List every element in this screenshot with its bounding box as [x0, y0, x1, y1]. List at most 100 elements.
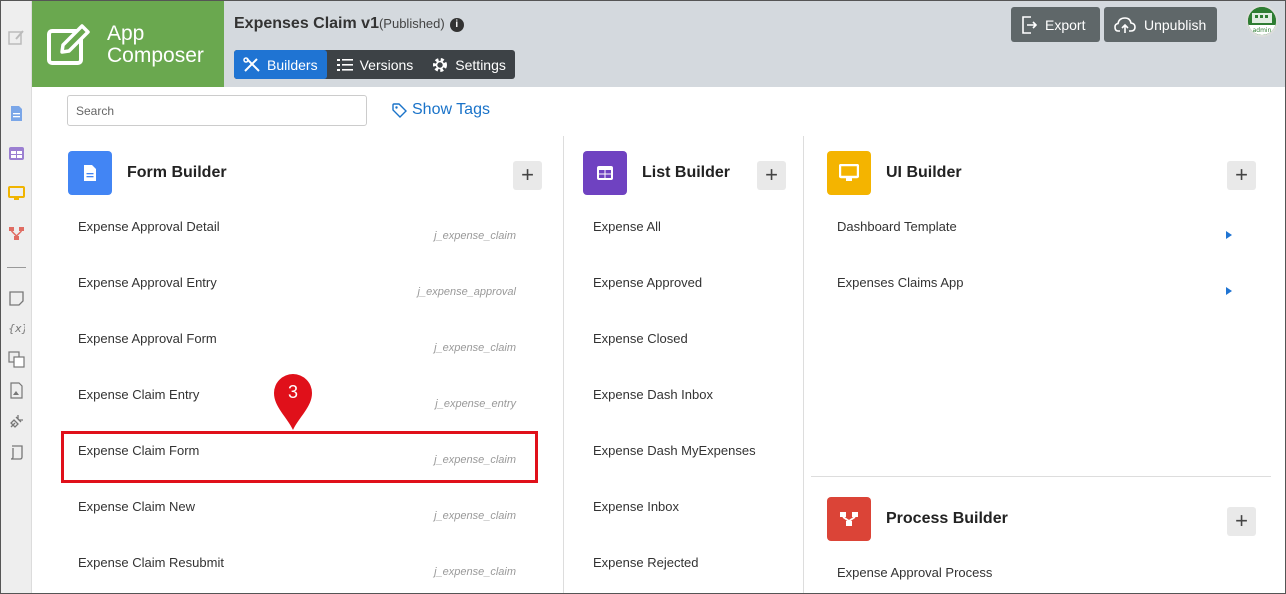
show-tags-label: Show Tags [412, 101, 490, 118]
form-item-tag: j_expense_entry [435, 398, 516, 410]
list-item[interactable]: Expense Dash Inbox [593, 387, 793, 443]
app-name: Expenses Claim v1 [234, 15, 379, 32]
tab-versions[interactable]: Versions [327, 50, 423, 79]
file-image-icon[interactable] [8, 382, 25, 399]
form-item-label: Expense Approval Form [78, 331, 217, 346]
tab-builders-label: Builders [267, 56, 318, 73]
export-button[interactable]: Export [1011, 7, 1100, 42]
list-item-label: Expense Dash MyExpenses [593, 443, 756, 458]
brand-line-2: Composer [107, 44, 204, 67]
variable-icon[interactable]: {x} [8, 319, 25, 336]
export-label: Export [1045, 16, 1086, 33]
list-item-label: Expense All [593, 219, 661, 234]
list-item-label: Expense Dash Inbox [593, 387, 713, 402]
table-icon [597, 166, 613, 180]
form-item-label: Expense Approval Entry [78, 275, 217, 290]
info-icon[interactable]: i [449, 18, 464, 32]
play-icon[interactable] [1226, 287, 1232, 295]
ui-builder-title: UI Builder [886, 164, 962, 181]
builder-tabs: Builders Versions Settings [234, 50, 515, 79]
brand-name: App Composer [107, 23, 204, 67]
process-builder-icon-box [827, 497, 871, 541]
list-item[interactable]: Expense Rejected [593, 555, 793, 593]
form-builder-title: Form Builder [127, 164, 227, 181]
tab-settings[interactable]: Settings [422, 50, 515, 79]
play-icon[interactable] [1226, 231, 1232, 239]
brand-block[interactable]: App Composer [32, 1, 224, 87]
app-status: (Published) [378, 16, 445, 31]
unpublish-button[interactable]: Unpublish [1104, 7, 1217, 42]
form-icon[interactable] [8, 105, 25, 122]
ui-builder-icon-box [827, 151, 871, 195]
list-item-label: Expense Inbox [593, 499, 680, 514]
app-window: {x} App Composer Expenses Claim v1(Publi… [0, 0, 1286, 594]
list-item[interactable]: Expense Approved [593, 275, 793, 331]
tools-icon [243, 56, 260, 72]
tab-builders[interactable]: Builders [234, 50, 327, 79]
process-builder-title: Process Builder [886, 510, 1008, 527]
list-builder-title: List Builder [642, 164, 731, 181]
app-title: Expenses Claim v1(Published) i [234, 15, 464, 33]
edit-icon[interactable] [8, 29, 25, 46]
unpublish-label: Unpublish [1144, 16, 1207, 33]
list-table-icon[interactable] [8, 145, 25, 162]
form-builder-icon-box [68, 151, 112, 195]
highlight-box [61, 431, 538, 483]
form-item-tag: j_expense_claim [434, 566, 516, 578]
list-item[interactable]: Expense Dash MyExpenses [593, 443, 793, 499]
rail-divider [7, 267, 26, 268]
process-icon[interactable] [8, 225, 25, 242]
list-item[interactable]: Expense Closed [593, 331, 793, 387]
column-divider [803, 136, 804, 593]
svg-text:{x}: {x} [8, 322, 25, 335]
form-item[interactable]: Expense Claim Resubmit j_expense_claim [78, 555, 516, 593]
note-icon[interactable] [8, 290, 25, 307]
monitor-icon [839, 164, 859, 181]
ui-item-label: Dashboard Template [837, 219, 957, 234]
add-list-button[interactable]: + [757, 161, 786, 190]
avatar[interactable]: admin [1246, 5, 1278, 37]
search-input[interactable] [67, 95, 367, 126]
list-item-label: Expense Approved [593, 275, 703, 290]
left-rail: {x} [1, 1, 32, 593]
top-header: App Composer Expenses Claim v1(Published… [32, 1, 1285, 87]
monitor-icon[interactable] [8, 185, 25, 202]
ui-item-label: Expenses Claims App [837, 275, 964, 290]
tab-versions-label: Versions [359, 56, 414, 73]
export-icon [1022, 15, 1037, 34]
form-item-tag: j_expense_claim [434, 342, 516, 354]
add-process-button[interactable]: + [1227, 507, 1256, 536]
gear-icon [433, 57, 448, 72]
list-item-label: Expense Closed [593, 331, 688, 346]
ui-item[interactable]: Dashboard Template [837, 219, 1232, 275]
form-item-tag: j_expense_claim [434, 230, 516, 242]
brand-line-1: App [107, 22, 145, 45]
list-icon [336, 58, 353, 71]
script-icon[interactable] [8, 444, 25, 461]
process-item[interactable]: Expense Approval Process [837, 565, 1232, 591]
translate-icon[interactable] [8, 351, 25, 368]
add-ui-button[interactable]: + [1227, 161, 1256, 190]
avatar-image-icon: admin [1248, 7, 1276, 35]
form-item[interactable]: Expense Approval Detail j_expense_claim [78, 219, 516, 275]
step-number: 3 [287, 382, 298, 402]
add-form-button[interactable]: + [513, 161, 542, 190]
document-icon [84, 165, 96, 181]
ui-builder-header: UI Builder [827, 151, 962, 195]
process-builder-header: Process Builder [827, 497, 1008, 541]
form-item-label: Expense Claim Entry [78, 387, 200, 402]
form-item[interactable]: Expense Approval Entry j_expense_approval [78, 275, 516, 331]
ui-item[interactable]: Expenses Claims App [837, 275, 1232, 331]
process-item-label: Expense Approval Process [837, 565, 993, 580]
avatar-label: admin [1253, 27, 1272, 34]
form-item-tag: j_expense_claim [434, 510, 516, 522]
list-item[interactable]: Expense Inbox [593, 499, 793, 555]
list-item[interactable]: Expense All [593, 219, 793, 275]
tab-settings-label: Settings [455, 56, 506, 73]
form-item[interactable]: Expense Claim New j_expense_claim [78, 499, 516, 555]
cloud-upload-icon [1114, 16, 1136, 33]
section-divider [811, 476, 1271, 477]
process-icon [840, 512, 858, 526]
plugin-icon[interactable] [8, 413, 25, 430]
show-tags-link[interactable]: Show Tags [392, 101, 490, 119]
